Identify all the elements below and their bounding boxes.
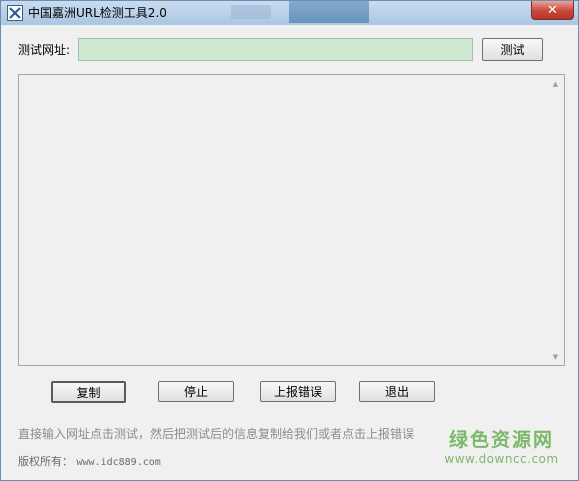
test-button[interactable]: 测试 bbox=[482, 38, 543, 61]
exit-button[interactable]: 退出 bbox=[359, 381, 435, 402]
copyright-line: 版权所有： www.idc889.com bbox=[18, 455, 161, 469]
copyright-url: www.idc889.com bbox=[76, 457, 161, 468]
url-label: 测试网址: bbox=[18, 43, 71, 57]
titlebar-background-decoration bbox=[289, 1, 369, 23]
app-window: 中国嘉洲URL检测工具2.0 ✕ 测试网址: 测试 ▲ ▼ 复制 停止 上报错误… bbox=[0, 0, 579, 481]
title-bar[interactable]: 中国嘉洲URL检测工具2.0 ✕ bbox=[1, 1, 578, 25]
window-title: 中国嘉洲URL检测工具2.0 bbox=[28, 6, 167, 20]
copyright-label: 版权所有： bbox=[18, 455, 73, 468]
scroll-up-arrow-icon[interactable]: ▲ bbox=[547, 75, 564, 92]
app-x-icon bbox=[7, 5, 23, 21]
titlebar-background-decoration bbox=[231, 5, 271, 19]
copy-button[interactable]: 复制 bbox=[51, 381, 126, 403]
vertical-scrollbar[interactable]: ▲ ▼ bbox=[547, 75, 564, 365]
report-error-button[interactable]: 上报错误 bbox=[260, 381, 336, 402]
scroll-down-arrow-icon[interactable]: ▼ bbox=[547, 348, 564, 365]
close-icon: ✕ bbox=[547, 2, 558, 18]
watermark-url: www.downcc.com bbox=[444, 452, 559, 466]
output-textarea[interactable]: ▲ ▼ bbox=[18, 74, 565, 366]
usage-hint: 直接输入网址点击测试，然后把测试后的信息复制给我们或者点击上报错误 bbox=[18, 427, 415, 441]
watermark-title: 绿色资源网 bbox=[448, 429, 554, 451]
stop-button[interactable]: 停止 bbox=[158, 381, 234, 402]
close-button[interactable]: ✕ bbox=[531, 1, 574, 20]
watermark-logo: 绿色资源网 www.downcc.com bbox=[439, 428, 564, 466]
url-input[interactable] bbox=[78, 38, 473, 61]
